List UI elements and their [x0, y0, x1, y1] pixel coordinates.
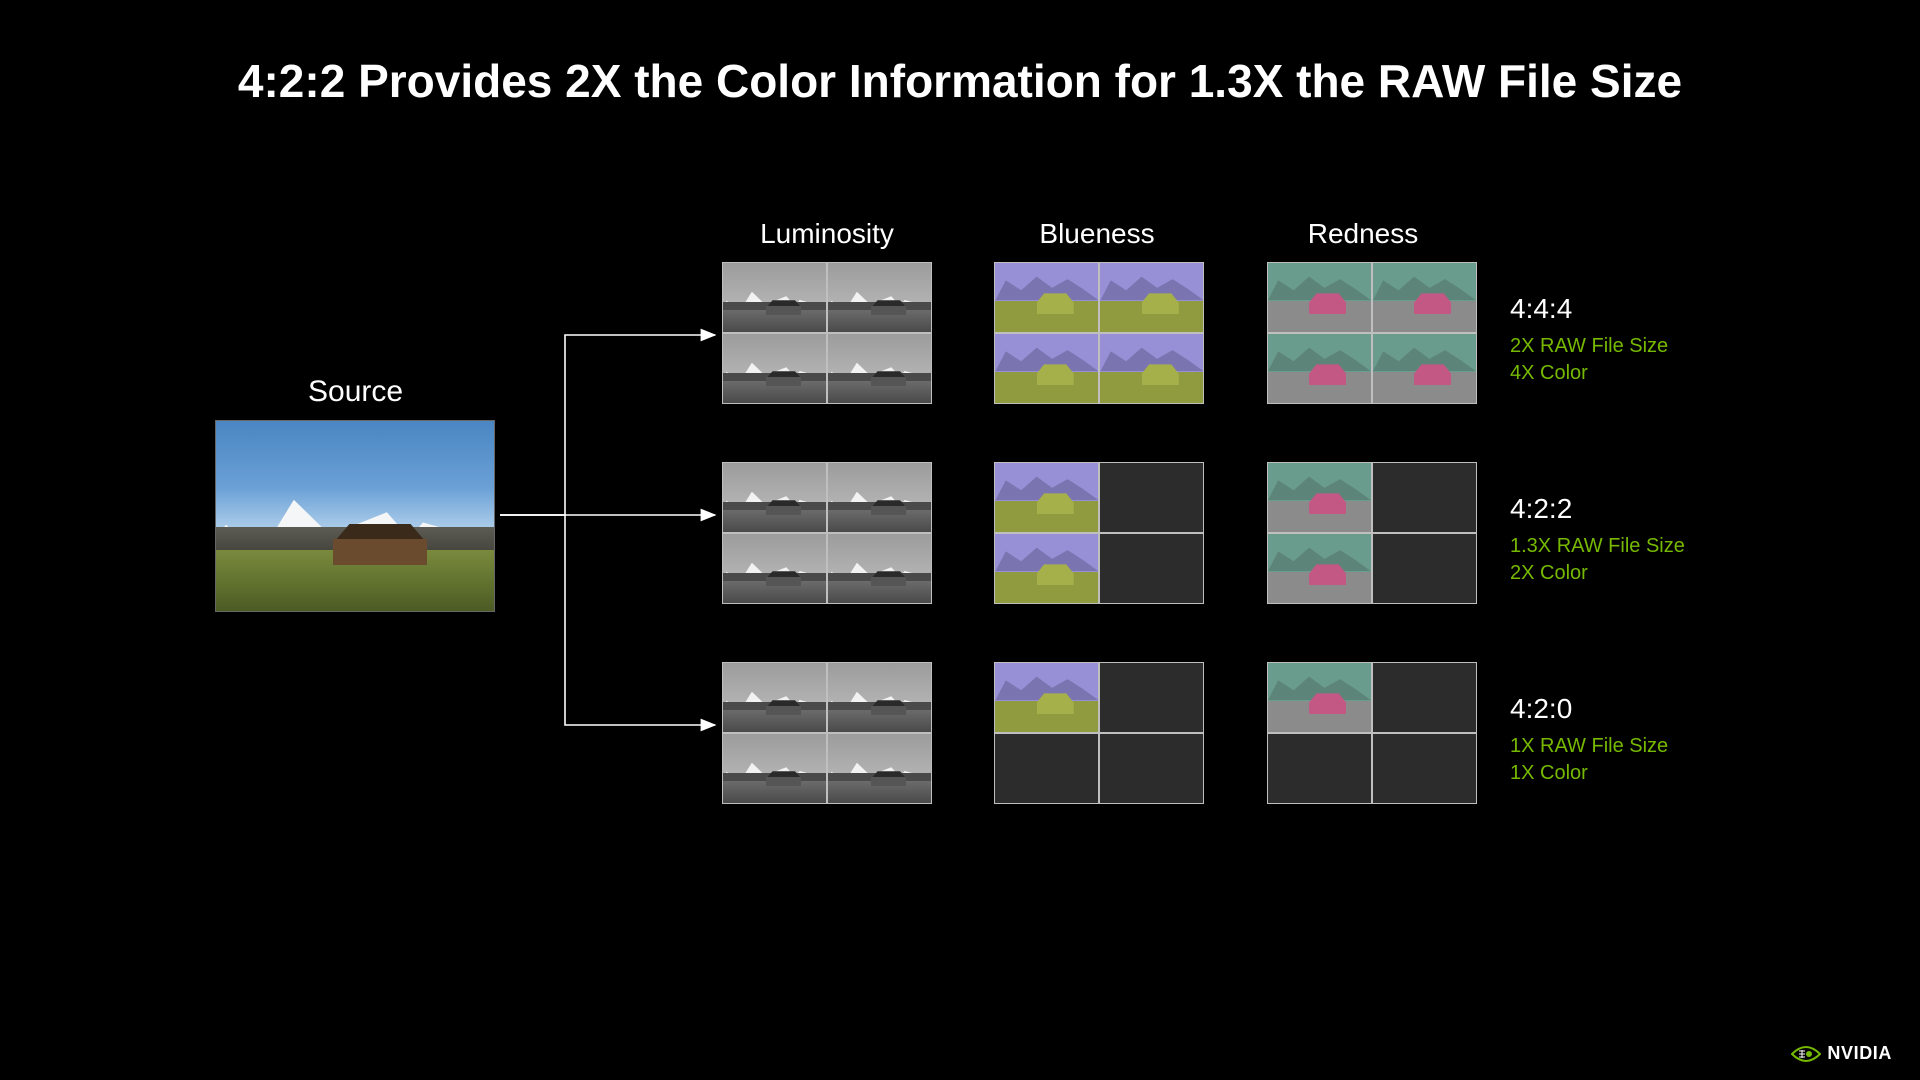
redness-grid — [1267, 462, 1477, 604]
format-name: 4:2:2 — [1510, 493, 1810, 525]
subsample-quad-tl — [994, 462, 1099, 533]
column-header-luminosity: Luminosity — [722, 218, 932, 250]
branch-arrows — [495, 320, 725, 755]
subsample-quad-tr-empty — [1099, 662, 1204, 733]
subsample-quad-br — [1099, 333, 1204, 404]
subsample-quad-br-empty — [1372, 733, 1477, 804]
source-label: Source — [308, 375, 403, 409]
color-text: 2X Color — [1510, 560, 1810, 587]
subsample-quad-tr-empty — [1372, 462, 1477, 533]
format-name: 4:4:4 — [1510, 293, 1810, 325]
subsample-quad-br — [827, 333, 932, 404]
row-422 — [722, 462, 1477, 604]
file-size-text: 1X RAW File Size — [1510, 733, 1810, 760]
color-text: 4X Color — [1510, 360, 1810, 387]
row-420 — [722, 662, 1477, 804]
nvidia-logo: NVIDIA — [1791, 1043, 1892, 1064]
subsample-quad-br-empty — [1099, 533, 1204, 604]
subsample-quad-tr — [1099, 262, 1204, 333]
subsample-quad-tl — [722, 462, 827, 533]
file-size-text: 1.3X RAW File Size — [1510, 533, 1810, 560]
subsample-quad-bl — [1267, 533, 1372, 604]
subsample-quad-bl — [722, 333, 827, 404]
subsample-quad-br — [1372, 333, 1477, 404]
subsample-quad-tl — [1267, 662, 1372, 733]
subsample-quad-tr — [827, 662, 932, 733]
subsample-quad-tr — [827, 462, 932, 533]
subsample-quad-tr — [827, 262, 932, 333]
subsample-quad-br-empty — [1099, 733, 1204, 804]
row-444-label: 4:4:4 2X RAW File Size 4X Color — [1510, 293, 1810, 387]
color-text: 1X Color — [1510, 760, 1810, 787]
brand-text: NVIDIA — [1827, 1043, 1892, 1064]
subsample-quad-br-empty — [1372, 533, 1477, 604]
subsample-quad-bl — [1267, 333, 1372, 404]
slide: 4:2:2 Provides 2X the Color Information … — [0, 0, 1920, 1080]
subsample-quad-tl — [994, 262, 1099, 333]
column-header-blueness: Blueness — [992, 218, 1202, 250]
subsample-quad-br — [827, 533, 932, 604]
blueness-grid — [994, 662, 1204, 804]
subsample-quad-tl — [994, 662, 1099, 733]
redness-grid — [1267, 662, 1477, 804]
source-image — [215, 420, 495, 612]
row-422-label: 4:2:2 1.3X RAW File Size 2X Color — [1510, 493, 1810, 587]
slide-title: 4:2:2 Provides 2X the Color Information … — [0, 54, 1920, 108]
subsample-quad-tr-empty — [1099, 462, 1204, 533]
subsample-quad-bl — [722, 533, 827, 604]
subsample-quad-tr-empty — [1372, 662, 1477, 733]
luminosity-grid — [722, 462, 932, 604]
row-420-label: 4:2:0 1X RAW File Size 1X Color — [1510, 693, 1810, 787]
subsample-quad-tr — [1372, 262, 1477, 333]
subsample-quad-tl — [1267, 262, 1372, 333]
luminosity-grid — [722, 262, 932, 404]
subsample-quad-bl — [994, 533, 1099, 604]
subsample-quad-bl — [722, 733, 827, 804]
column-header-redness: Redness — [1258, 218, 1468, 250]
luminosity-grid — [722, 662, 932, 804]
subsample-quad-bl-empty — [994, 733, 1099, 804]
blueness-grid — [994, 462, 1204, 604]
file-size-text: 2X RAW File Size — [1510, 333, 1810, 360]
nvidia-eye-icon — [1791, 1044, 1821, 1064]
redness-grid — [1267, 262, 1477, 404]
blueness-grid — [994, 262, 1204, 404]
subsample-quad-bl-empty — [1267, 733, 1372, 804]
subsample-quad-tl — [722, 662, 827, 733]
subsample-quad-bl — [994, 333, 1099, 404]
subsample-quad-tl — [1267, 462, 1372, 533]
subsample-quad-tl — [722, 262, 827, 333]
subsample-quad-br — [827, 733, 932, 804]
format-name: 4:2:0 — [1510, 693, 1810, 725]
row-444 — [722, 262, 1477, 404]
